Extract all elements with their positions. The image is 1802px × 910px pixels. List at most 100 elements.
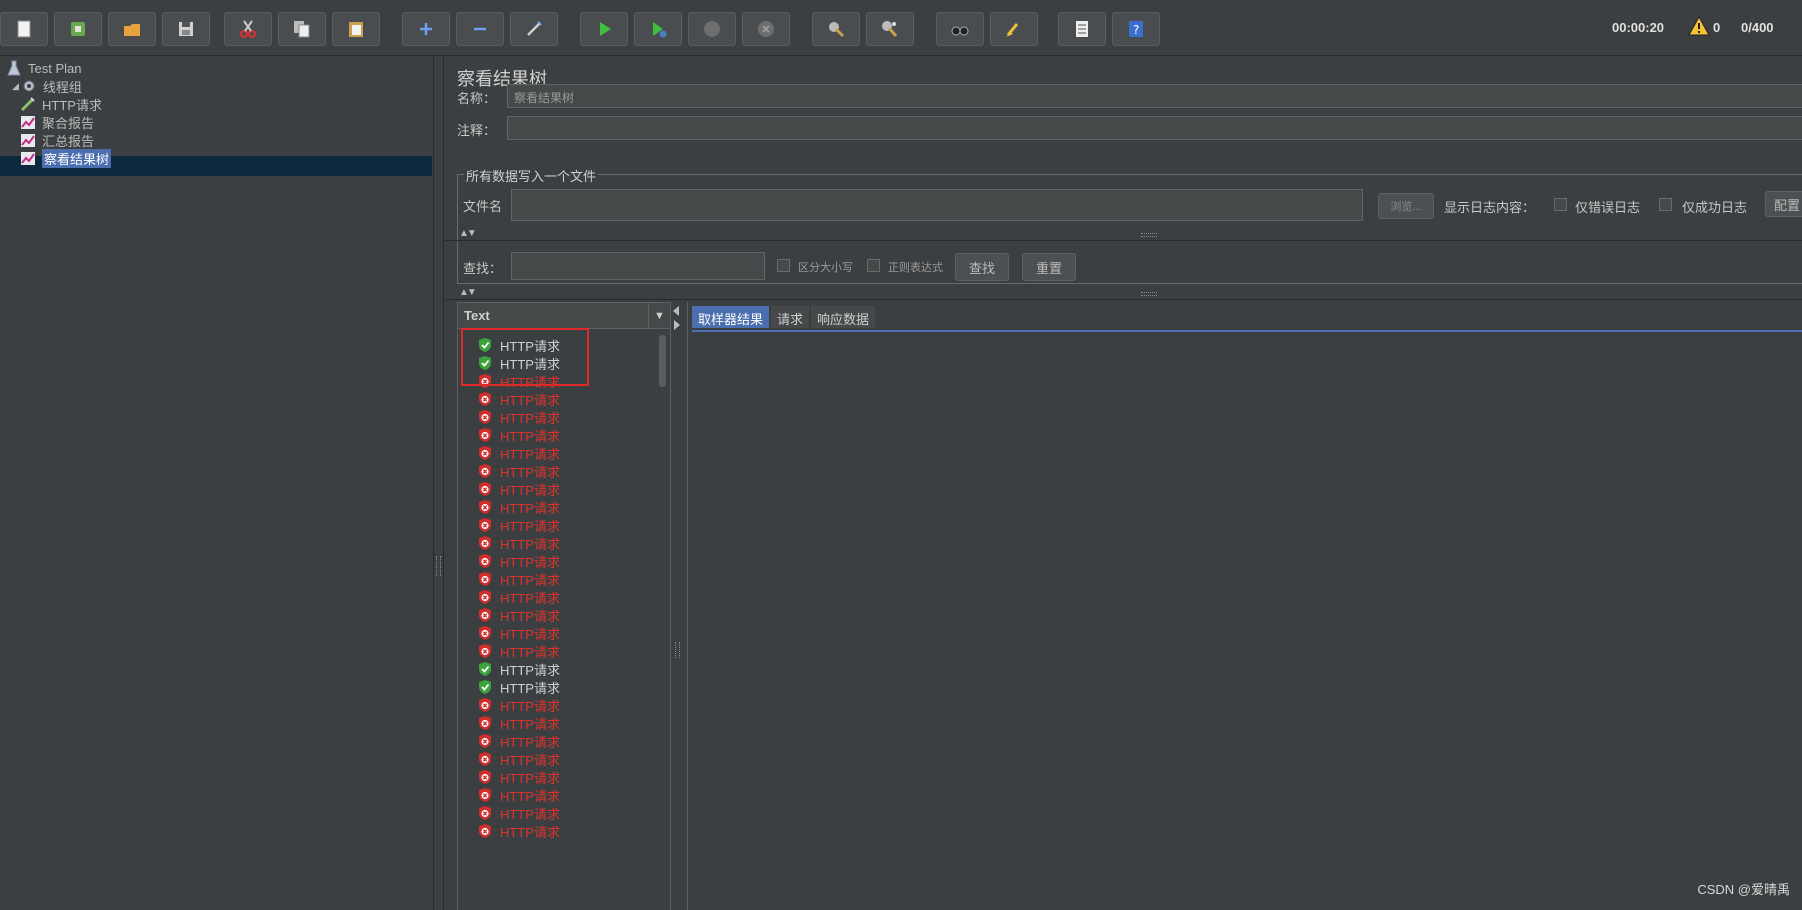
help-button[interactable]: ? [1112,12,1160,46]
detail-tab[interactable]: 请求 [771,306,810,328]
result-item[interactable]: HTTP请求 [478,444,560,462]
tree-item-label: Test Plan [28,60,82,76]
case-sensitive-checkbox[interactable] [777,259,790,272]
help-icon: ? [1129,21,1143,37]
new-file-icon [17,20,31,38]
reset-search-button[interactable] [990,12,1038,46]
tree-item[interactable]: Test Plan [6,58,81,78]
expand-toggle-icon[interactable]: ◢ [12,81,19,92]
name-field[interactable]: 察看结果树 [507,84,1802,108]
play-icon [600,22,611,36]
error-shield-icon [479,536,491,550]
result-item[interactable]: HTTP请求 [478,822,560,840]
search-input[interactable] [511,252,765,280]
result-item[interactable]: HTTP请求 [478,714,560,732]
result-item[interactable]: HTTP请求 [478,462,560,480]
filename-label: 文件名 [463,199,503,214]
result-item[interactable]: HTTP请求 [478,390,560,408]
error-shield-icon [479,554,491,568]
collapse-right-icon[interactable] [674,320,680,330]
browse-button[interactable]: 浏览... [1378,193,1434,219]
results-scrollbar[interactable] [658,331,668,910]
tree-item[interactable]: HTTP请求 [20,94,102,114]
paste-icon [349,22,363,37]
result-item[interactable]: HTTP请求 [478,660,560,678]
result-item[interactable]: HTTP请求 [478,570,560,588]
result-item[interactable]: HTTP请求 [478,534,560,552]
result-detail: 取样器结果 请求 响应数据 [687,302,1802,910]
paste-button[interactable] [332,12,380,46]
detail-tab[interactable]: 取样器结果 [692,306,770,328]
clear-all-button[interactable] [866,12,914,46]
split-grip-1[interactable] [1141,233,1157,237]
open-button[interactable] [108,12,156,46]
tree-item[interactable]: 聚合报告 [20,112,94,132]
collapse-button[interactable] [456,12,504,46]
toggle-button[interactable] [510,12,558,46]
result-item[interactable]: HTTP请求 [478,588,560,606]
start-no-pause-button[interactable] [634,12,682,46]
stop-button[interactable] [688,12,736,46]
result-item[interactable]: HTTP请求 [478,552,560,570]
result-item[interactable]: HTTP请求 [478,732,560,750]
splitter-grip[interactable] [436,556,441,576]
wand-icon [527,21,542,36]
chart-icon [21,116,35,129]
save-button[interactable] [162,12,210,46]
result-item[interactable]: HTTP请求 [478,426,560,444]
result-item-label: HTTP请求 [500,644,560,660]
chevron-down-icon[interactable]: ▼ [648,303,670,328]
cut-button[interactable] [224,12,272,46]
result-item[interactable]: HTTP请求 [478,624,560,642]
result-item[interactable]: HTTP请求 [478,480,560,498]
result-item[interactable]: HTTP请求 [478,696,560,714]
comment-field[interactable] [507,116,1802,140]
minus-icon [474,27,486,31]
clear-button[interactable] [812,12,860,46]
collapse-arrows-2[interactable]: ▲▼ [459,287,477,298]
result-item[interactable]: HTTP请求 [478,642,560,660]
result-item[interactable]: HTTP请求 [478,408,560,426]
main-splitter[interactable] [434,56,444,910]
shutdown-button[interactable] [742,12,790,46]
detail-tab[interactable]: 响应数据 [811,306,876,328]
errors-only-checkbox[interactable] [1554,198,1567,211]
result-item[interactable]: HTTP请求 [478,498,560,516]
new-button[interactable] [0,12,48,46]
copy-button[interactable] [278,12,326,46]
result-item[interactable]: HTTP请求 [478,786,560,804]
result-item[interactable]: HTTP请求 [478,606,560,624]
tree-item[interactable]: ◢ 线程组 [12,76,82,96]
search-button[interactable] [936,12,984,46]
scroll-thumb[interactable] [659,335,666,387]
expand-button[interactable] [402,12,450,46]
result-item[interactable]: HTTP请求 [478,750,560,768]
view-results-tree-panel: 察看结果树 名称： 察看结果树 注释： 所有数据写入一个文件 文件名 浏览...… [445,56,1802,910]
templates-button[interactable] [54,12,102,46]
collapse-arrows[interactable]: ▲▼ [459,228,477,239]
split-grip-2[interactable] [1141,292,1157,296]
result-item[interactable]: HTTP请求 [478,804,560,822]
start-button[interactable] [580,12,628,46]
tree-item[interactable]: 察看结果树 [20,148,112,168]
renderer-select[interactable]: Text ▼ [458,303,670,329]
result-item[interactable]: HTTP请求 [478,768,560,786]
success-only-checkbox[interactable] [1659,198,1672,211]
results-splitter[interactable] [671,302,685,910]
splitter-grip-2[interactable] [675,642,680,658]
plus-icon [420,23,432,35]
result-item-label: HTTP请求 [500,572,560,588]
flask-icon [7,60,21,76]
collapse-left-icon[interactable] [673,306,679,316]
case-sensitive-label: 区分大小写 [798,262,853,274]
tree-item[interactable]: 汇总报告 [20,130,94,150]
result-item[interactable]: HTTP请求 [478,516,560,534]
result-item[interactable]: HTTP请求 [478,678,560,696]
filename-field[interactable] [511,189,1363,221]
result-item-label: HTTP请求 [500,752,560,768]
reset-button[interactable]: 重置 [1022,253,1076,281]
regex-checkbox[interactable] [867,259,880,272]
find-button[interactable]: 查找 [955,253,1009,281]
configure-button[interactable]: 配置 [1765,191,1802,217]
function-helper-button[interactable] [1058,12,1106,46]
